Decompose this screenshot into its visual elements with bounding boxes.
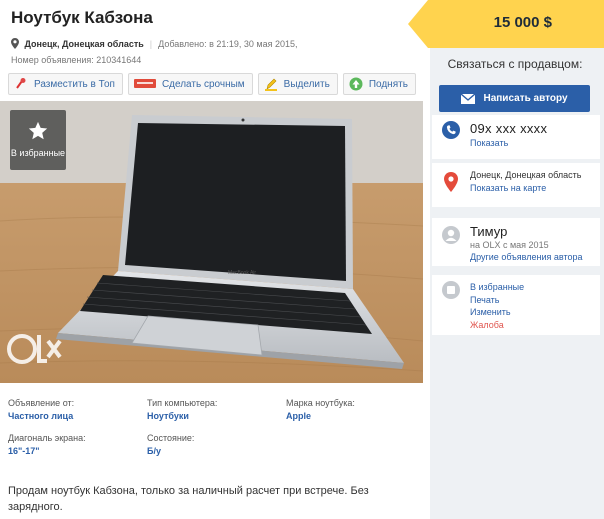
listing-page: Ноутбук Кабзона Донецк, Донецкая область…	[0, 0, 604, 519]
user-avatar-icon	[442, 226, 460, 244]
edit-link[interactable]: Изменить	[470, 306, 524, 319]
highlight-icon	[264, 77, 278, 91]
print-link[interactable]: Печать	[470, 294, 524, 307]
ad-links-card: В избранные Печать Изменить Жалоба	[432, 275, 600, 335]
listing-title: Ноутбук Кабзона	[11, 8, 153, 27]
location-pin-icon	[11, 38, 25, 49]
envelope-icon	[461, 93, 476, 104]
highlight-button[interactable]: Выделить	[257, 73, 338, 95]
show-map-link[interactable]: Показать на карте	[470, 183, 581, 193]
star-icon	[28, 121, 48, 140]
complain-link[interactable]: Жалоба	[470, 319, 524, 332]
svg-text:MacBook Air: MacBook Air	[228, 270, 256, 276]
spec-seller-type: Объявление от: Частного лица	[8, 398, 75, 421]
options-icon	[442, 281, 460, 299]
listing-meta: Донецк, Донецкая область | Добавлено: в 21…	[11, 38, 298, 65]
listing-photo[interactable]: MacBook Air В избранные	[0, 101, 423, 383]
seller-name: Тимур	[470, 224, 508, 239]
seller-phone: 09x xxx xxxx	[470, 121, 548, 136]
raise-button[interactable]: Поднять	[342, 73, 416, 95]
spec-brand: Марка ноутбука: Apple	[286, 398, 355, 421]
other-ads-link[interactable]: Другие объявления автора	[470, 252, 583, 262]
show-phone-link[interactable]: Показать	[470, 138, 547, 148]
seller-location: Донецк, Донецкая область	[470, 170, 582, 180]
promote-top-button[interactable]: Разместить в Топ	[8, 73, 123, 95]
raise-icon	[349, 77, 363, 91]
promo-actions: Разместить в Топ Сделать срочным Выделит…	[8, 73, 416, 95]
phone-card: 09x xxx xxxx Показать	[432, 115, 600, 159]
spec-condition: Состояние: Б/у	[147, 433, 195, 456]
urgent-icon	[133, 77, 156, 91]
spec-screen-diagonal: Диагональ экрана: 16"-17"	[8, 433, 86, 456]
seller-since: на OLX с мая 2015	[470, 240, 549, 250]
listing-number: Номер объявления: 210341644	[11, 55, 142, 65]
olx-watermark	[6, 327, 62, 371]
listing-description: Продам ноутбук Кабзона, только за наличн…	[8, 485, 369, 513]
phone-icon	[442, 121, 460, 139]
location-card: Донецк, Донецкая область Показать на кар…	[432, 163, 600, 207]
pin-icon	[14, 77, 28, 91]
contact-title: Связаться с продавцом:	[447, 57, 583, 71]
add-to-favorites-button[interactable]: В избранные	[10, 110, 66, 170]
listing-price: 15 000 $	[493, 14, 552, 31]
make-urgent-button[interactable]: Сделать срочным	[127, 73, 253, 95]
favorite-link[interactable]: В избранные	[470, 281, 524, 294]
write-author-button[interactable]: Написать автору	[439, 85, 590, 112]
listing-added: Добавлено: в 21:19, 30 мая 2015,	[158, 39, 298, 49]
seller-card: Тимур на OLX с мая 2015 Другие объявлени…	[432, 218, 600, 266]
map-pin-icon	[444, 172, 458, 192]
spec-computer-type: Тип компьютера: Ноутбуки	[147, 398, 218, 421]
listing-location[interactable]: Донецк, Донецкая область	[25, 39, 144, 49]
price-tag: 15 000 $	[408, 0, 604, 48]
